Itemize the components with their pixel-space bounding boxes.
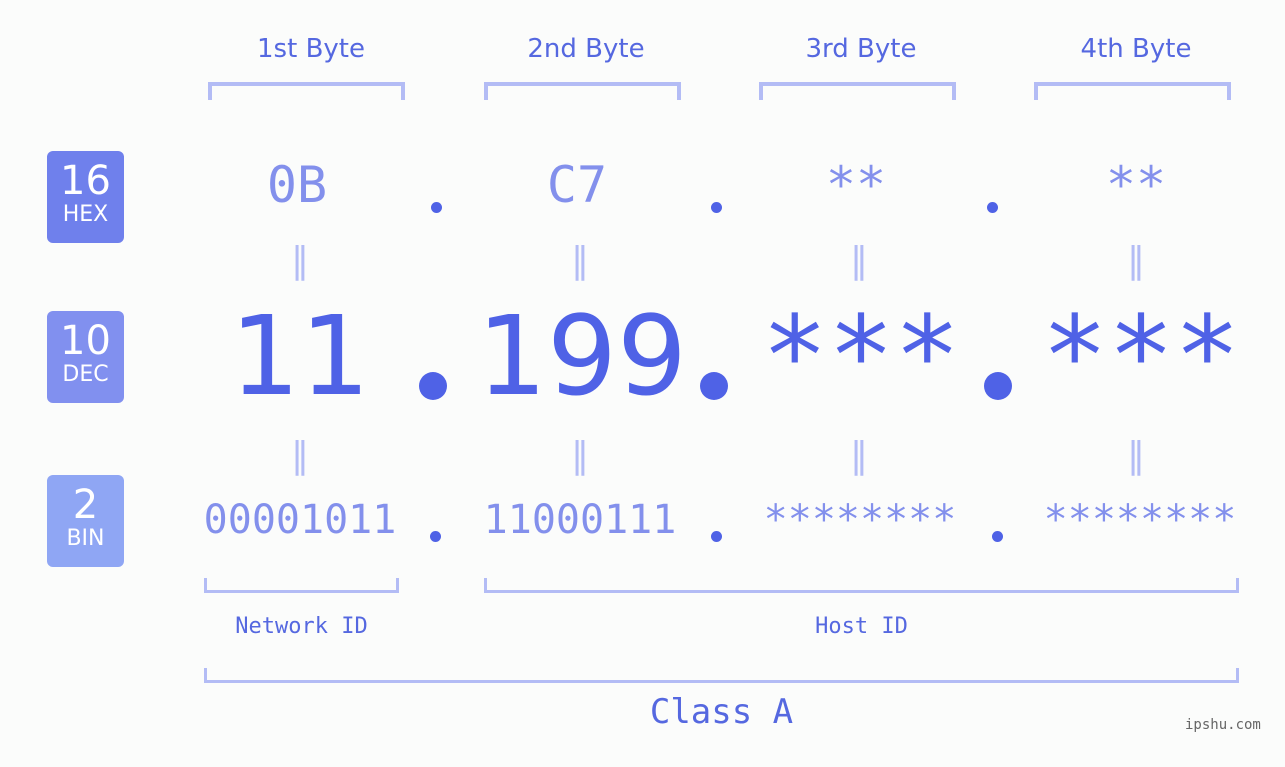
hex-dot-3 [987, 202, 998, 213]
bin-byte-1: 00001011 [203, 497, 397, 543]
hex-byte-4: ** [1105, 156, 1167, 214]
dec-dot-2 [700, 372, 728, 400]
bin-byte-3: ******** [763, 497, 957, 543]
dec-badge: 10 DEC [47, 311, 124, 403]
network-id-label: Network ID [235, 614, 368, 639]
equals-sign: ‖ [291, 435, 309, 476]
hex-badge: 16 HEX [47, 151, 124, 243]
byte-header-1: 1st Byte [257, 34, 365, 64]
equals-sign: ‖ [1127, 435, 1145, 476]
watermark: ipshu.com [1185, 717, 1261, 733]
hex-badge-number: 16 [60, 158, 111, 204]
dec-badge-number: 10 [60, 318, 111, 364]
class-bracket [204, 668, 1239, 683]
hex-byte-3: ** [825, 156, 887, 214]
dec-badge-label: DEC [62, 362, 109, 387]
dec-byte-3: *** [761, 292, 961, 420]
equals-sign: ‖ [571, 435, 589, 476]
dec-dot-1 [419, 372, 447, 400]
equals-sign: ‖ [850, 240, 868, 281]
hex-dot-2 [711, 202, 722, 213]
byte-bracket-2 [484, 82, 681, 100]
bin-badge-number: 2 [72, 482, 99, 528]
dec-byte-4: *** [1041, 292, 1241, 420]
dec-byte-2: 199 [477, 292, 687, 420]
bin-dot-1 [430, 531, 441, 542]
host-id-bracket [484, 578, 1239, 593]
equals-sign: ‖ [571, 240, 589, 281]
bin-dot-3 [992, 531, 1003, 542]
byte-bracket-3 [759, 82, 956, 100]
bin-badge: 2 BIN [47, 475, 124, 567]
byte-bracket-4 [1034, 82, 1231, 100]
hex-byte-2: C7 [546, 156, 608, 214]
byte-header-4: 4th Byte [1080, 34, 1192, 64]
bin-badge-label: BIN [66, 526, 105, 551]
bin-dot-2 [711, 531, 722, 542]
hex-dot-1 [431, 202, 442, 213]
byte-header-2: 2nd Byte [527, 34, 645, 64]
byte-bracket-1 [208, 82, 405, 100]
byte-header-3: 3rd Byte [805, 34, 917, 64]
hex-badge-label: HEX [62, 202, 109, 227]
equals-sign: ‖ [291, 240, 309, 281]
host-id-label: Host ID [815, 614, 908, 639]
dec-dot-3 [984, 372, 1012, 400]
network-id-bracket [204, 578, 399, 593]
equals-sign: ‖ [850, 435, 868, 476]
hex-byte-1: 0B [266, 156, 328, 214]
bin-byte-4: ******** [1043, 497, 1237, 543]
equals-sign: ‖ [1127, 240, 1145, 281]
bin-byte-2: 11000111 [483, 497, 677, 543]
class-label: Class A [649, 692, 794, 732]
dec-byte-1: 11 [230, 292, 370, 420]
